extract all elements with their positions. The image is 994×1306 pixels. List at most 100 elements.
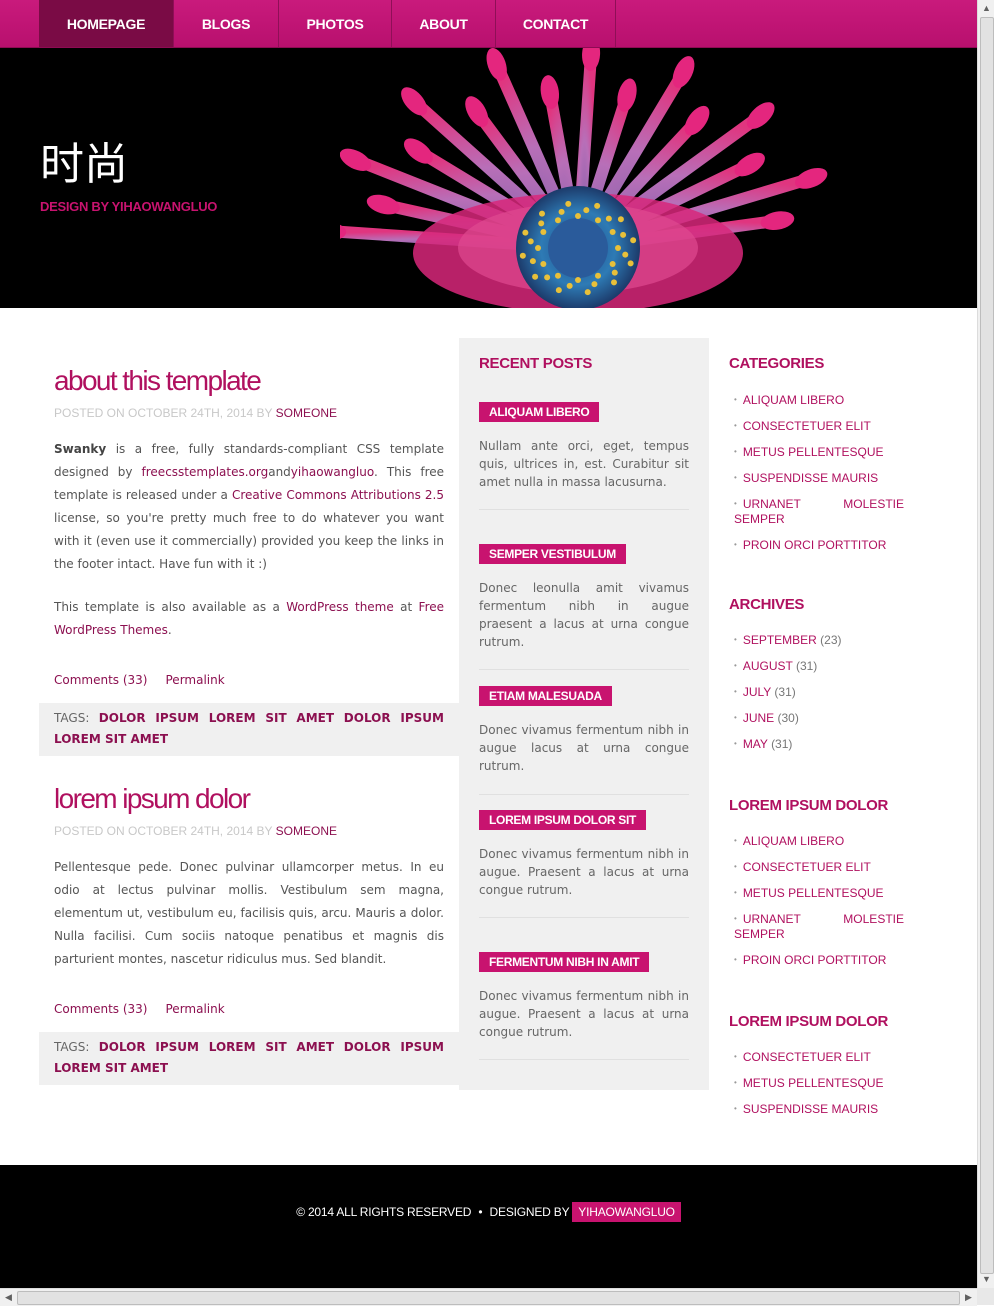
flower-pollen-dot bbox=[609, 229, 616, 235]
page: HOMEPAGE BLOGS PHOTOS ABOUT CONTACT 时尚 D… bbox=[0, 0, 977, 1288]
post-about-template: about this template POSTED ON OCTOBER 24… bbox=[39, 338, 459, 756]
tag-links[interactable]: DOLOR IPSUM LOREM SIT AMET DOLOR IPSUM L… bbox=[54, 1040, 444, 1075]
horizontal-scrollbar[interactable]: ◀ ▶ bbox=[0, 1288, 977, 1306]
text-span: license, so you're pretty much free to d… bbox=[54, 511, 444, 571]
permalink-link[interactable]: Permalink bbox=[166, 1002, 225, 1016]
flower-pollen-dot bbox=[595, 272, 601, 279]
divider bbox=[479, 917, 689, 918]
scroll-left-arrow-icon[interactable]: ◀ bbox=[0, 1289, 17, 1306]
text-span: This template is also available as a bbox=[54, 600, 287, 614]
category-item[interactable]: METUS PELLENTESQUE bbox=[734, 444, 904, 460]
comments-link[interactable]: Comments (33) bbox=[54, 673, 148, 687]
lorem-heading: LOREM IPSUM DOLOR bbox=[729, 1013, 889, 1030]
post-date: POSTED ON OCTOBER 24TH, 2014 BY bbox=[54, 824, 273, 838]
flower-pollen-dot bbox=[555, 272, 561, 279]
vertical-scrollbar[interactable]: ▲ ▼ bbox=[977, 0, 994, 1288]
archive-month[interactable]: MAY bbox=[743, 737, 768, 751]
flower-pollen-dot bbox=[575, 277, 581, 283]
tags-label: TAGS: bbox=[54, 1040, 90, 1054]
scroll-right-arrow-icon[interactable]: ▶ bbox=[960, 1289, 977, 1306]
lorem-item[interactable]: URNANET MOLESTIE SEMPER bbox=[734, 911, 904, 942]
nav-item-blogs[interactable]: BLOGS bbox=[174, 0, 279, 47]
permalink-link[interactable]: Permalink bbox=[166, 673, 225, 687]
archive-month[interactable]: JUNE bbox=[743, 711, 774, 725]
flower-pollen-dot bbox=[535, 245, 541, 251]
category-item[interactable]: SUSPENDISSE MAURIS bbox=[734, 470, 904, 486]
scroll-up-arrow-icon[interactable]: ▲ bbox=[978, 0, 994, 17]
post-author-link[interactable]: SOMEONE bbox=[276, 824, 337, 838]
post-title[interactable]: lorem ipsum dolor bbox=[39, 756, 459, 816]
archive-item[interactable]: JUNE (30) bbox=[734, 710, 904, 726]
archive-item[interactable]: SEPTEMBER (23) bbox=[734, 632, 904, 648]
post-title[interactable]: about this template bbox=[39, 338, 459, 398]
recent-post-title[interactable]: ETIAM MALESUADA bbox=[479, 686, 612, 706]
flower-pollen-dot bbox=[532, 273, 539, 280]
lorem-item[interactable]: CONSECTETUER ELIT bbox=[734, 1049, 904, 1065]
recent-post-text: Donec leonulla amit vivamus fermentum ni… bbox=[479, 581, 689, 649]
recent-post-item: FERMENTUM NIBH IN AMIT Donec vivamus fer… bbox=[479, 952, 689, 1060]
scrollbar-corner bbox=[977, 1288, 994, 1305]
text-span: . bbox=[167, 623, 172, 637]
recent-post-title[interactable]: ALIQUAM LIBERO bbox=[479, 402, 600, 422]
vertical-scroll-thumb[interactable] bbox=[980, 17, 994, 1274]
flower-pollen-dot bbox=[610, 279, 617, 286]
archive-month[interactable]: SEPTEMBER bbox=[743, 633, 817, 647]
divider bbox=[479, 669, 689, 670]
wordpress-theme-link[interactable]: WordPress theme bbox=[286, 600, 394, 614]
flower-pollen-dot bbox=[522, 229, 529, 236]
flower-pollen-dot bbox=[627, 260, 634, 267]
horizontal-scroll-thumb[interactable] bbox=[17, 1291, 960, 1305]
flower-pollen-dot bbox=[558, 208, 565, 215]
lorem-item[interactable]: METUS PELLENTESQUE bbox=[734, 1075, 904, 1091]
archive-count: (23) bbox=[820, 633, 842, 647]
archive-count: (31) bbox=[771, 737, 793, 751]
site-subtitle: DESIGN BY YIHAOWANGLUO bbox=[40, 199, 218, 214]
recent-post-title[interactable]: FERMENTUM NIBH IN AMIT bbox=[479, 952, 650, 972]
flower-pollen-dot bbox=[555, 217, 561, 224]
flower-pollen-dot bbox=[575, 213, 581, 219]
designer-link[interactable]: YIHAOWANGLUO bbox=[572, 1202, 681, 1222]
recent-post-title[interactable]: SEMPER VESTIBULUM bbox=[479, 544, 626, 564]
recent-post-title[interactable]: LOREM IPSUM DOLOR SIT bbox=[479, 810, 647, 830]
divider bbox=[479, 794, 689, 795]
divider bbox=[479, 1059, 689, 1060]
creative-commons-link[interactable]: Creative Commons Attributions 2.5 bbox=[232, 488, 444, 502]
archive-count: (31) bbox=[774, 685, 796, 699]
recent-posts-sidebar: RECENT POSTS ALIQUAM LIBERO Nullam ante … bbox=[459, 338, 709, 1090]
nav-item-about[interactable]: ABOUT bbox=[392, 0, 496, 47]
nav-item-photos[interactable]: PHOTOS bbox=[279, 0, 392, 47]
lorem-item[interactable]: ALIQUAM LIBERO bbox=[734, 833, 904, 849]
post-paragraph: Pellentesque pede. Donec pulvinar ullamc… bbox=[54, 860, 444, 966]
site-footer: © 2014 ALL RIGHTS RESERVED • DESIGNED BY… bbox=[0, 1165, 977, 1288]
comments-link[interactable]: Comments (33) bbox=[54, 1002, 148, 1016]
recent-posts-heading: RECENT POSTS bbox=[479, 355, 593, 372]
category-item[interactable]: CONSECTETUER ELIT bbox=[734, 418, 904, 434]
post-lorem-ipsum: lorem ipsum dolor POSTED ON OCTOBER 24TH… bbox=[39, 756, 459, 1085]
yihaowangluo-link[interactable]: yihaowangluo bbox=[291, 465, 374, 479]
archive-item[interactable]: MAY (31) bbox=[734, 736, 904, 752]
flower-pollen-dot bbox=[615, 245, 621, 251]
nav-item-contact[interactable]: CONTACT bbox=[496, 0, 616, 47]
scroll-down-arrow-icon[interactable]: ▼ bbox=[978, 1271, 994, 1288]
lorem-item[interactable]: CONSECTETUER ELIT bbox=[734, 859, 904, 875]
recent-post-item: ETIAM MALESUADA Donec vivamus fermentum … bbox=[479, 686, 689, 795]
freecsstemplates-link[interactable]: freecsstemplates.org bbox=[142, 465, 269, 479]
category-item[interactable]: ALIQUAM LIBERO bbox=[734, 392, 904, 408]
category-item[interactable]: PROIN ORCI PORTTITOR bbox=[734, 537, 904, 553]
nav-item-homepage[interactable]: HOMEPAGE bbox=[39, 0, 174, 47]
post-paragraph: This template is also available as a Wor… bbox=[39, 596, 459, 642]
lorem-item[interactable]: SUSPENDISSE MAURIS bbox=[734, 1101, 904, 1117]
flower-pollen-dot bbox=[609, 261, 616, 267]
archive-item[interactable]: AUGUST (31) bbox=[734, 658, 904, 674]
tag-links[interactable]: DOLOR IPSUM LOREM SIT AMET DOLOR IPSUM L… bbox=[54, 711, 444, 746]
archive-month[interactable]: AUGUST bbox=[743, 659, 793, 673]
post-author-link[interactable]: SOMEONE bbox=[276, 406, 337, 420]
lorem-item[interactable]: METUS PELLENTESQUE bbox=[734, 885, 904, 901]
brand-name: Swanky bbox=[54, 442, 107, 456]
archive-item[interactable]: JULY (31) bbox=[734, 684, 904, 700]
archive-month[interactable]: JULY bbox=[743, 685, 771, 699]
category-item[interactable]: URNANET MOLESTIE SEMPER bbox=[734, 496, 904, 527]
flower-pollen-dot bbox=[595, 217, 601, 224]
lorem-item[interactable]: PROIN ORCI PORTTITOR bbox=[734, 952, 904, 968]
site-title[interactable]: 时尚 bbox=[40, 140, 128, 190]
